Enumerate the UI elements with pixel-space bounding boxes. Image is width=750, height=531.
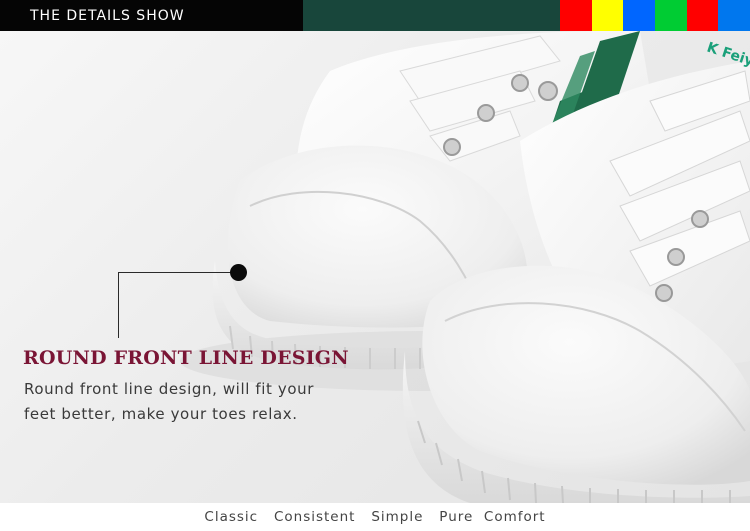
color-swatch [718, 0, 750, 31]
callout-line-vertical [118, 272, 119, 338]
sneaker-illustration: K Feiy [180, 31, 750, 503]
section-title: THE DETAILS SHOW [30, 7, 185, 24]
color-swatch [654, 0, 687, 31]
footer-bar: Classic Consistent Simple Pure Comfort [0, 503, 750, 531]
color-swatch [591, 0, 624, 31]
product-photo: K Feiy ROUND FRONT LINE DESIGN Round fro… [0, 31, 750, 503]
feature-description: Round front line design, will fit your f… [24, 380, 314, 423]
color-swatches [559, 0, 750, 31]
footer-tagline: Classic Consistent Simple Pure Comfort [204, 509, 546, 525]
header-green-block [302, 0, 560, 31]
color-swatch [686, 0, 719, 31]
header-title-block: THE DETAILS SHOW [0, 0, 303, 31]
header-bar: THE DETAILS SHOW [0, 0, 750, 31]
callout-line-horizontal [118, 272, 238, 273]
callout-dot [230, 264, 247, 281]
color-swatch [623, 0, 655, 31]
color-swatch [559, 0, 592, 31]
feature-title: ROUND FRONT LINE DESIGN [23, 347, 349, 369]
